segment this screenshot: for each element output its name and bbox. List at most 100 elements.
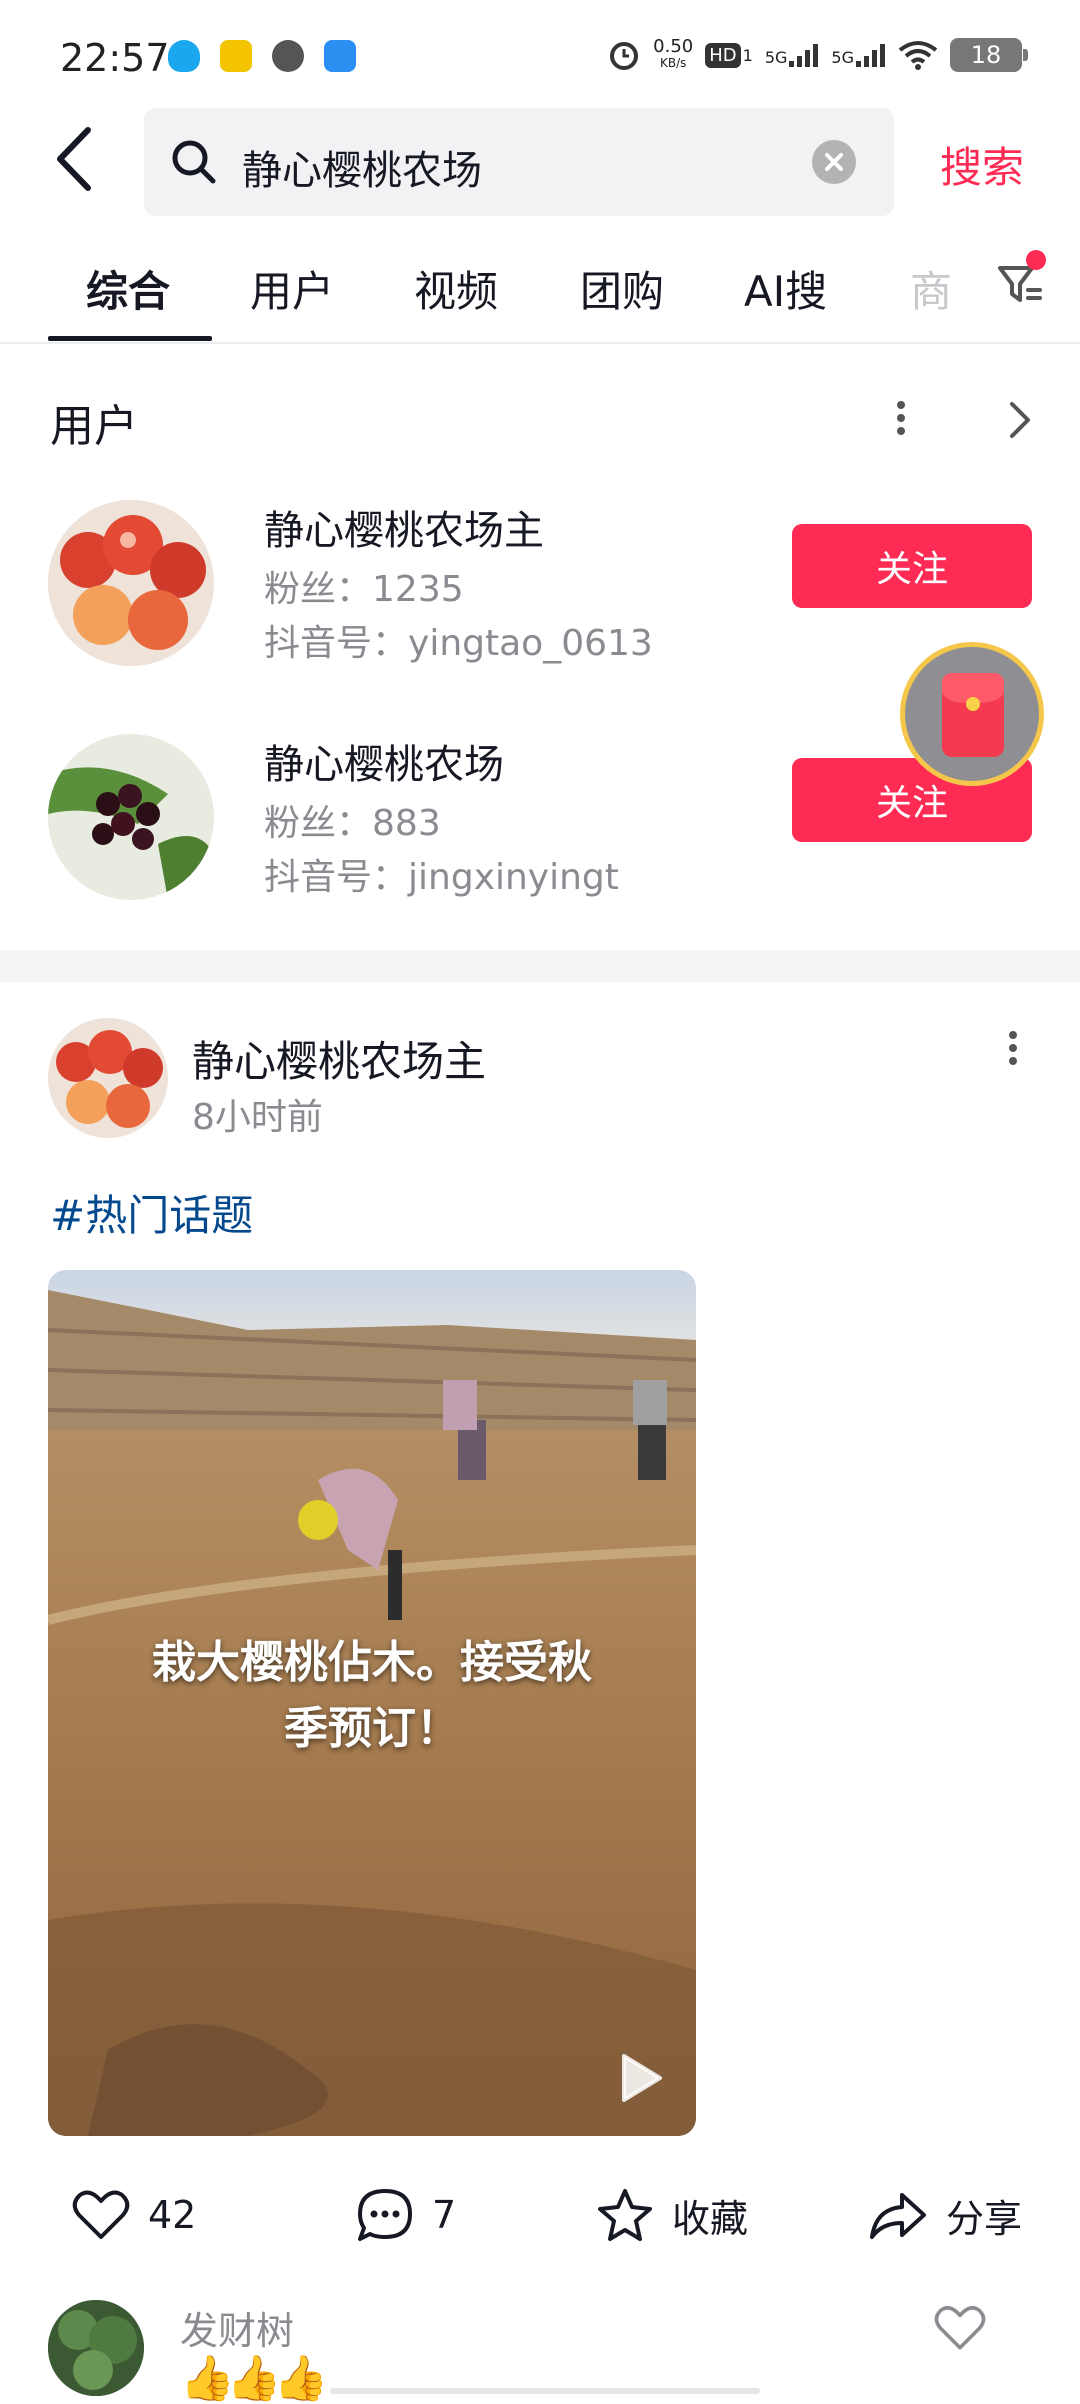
tabs-divider <box>0 342 1080 344</box>
hd-badge: HD 1 <box>705 42 753 68</box>
net-speed: 0.50 KB/s <box>653 36 694 71</box>
douyin-id-value: jingxinyingt <box>408 857 619 898</box>
fans-label: 粉丝： <box>264 803 373 844</box>
kids-app-icon <box>220 40 252 72</box>
tab-group-buy[interactable]: 团购 <box>580 258 664 319</box>
tab-comprehensive[interactable]: 综合 <box>86 258 170 319</box>
red-packet-button[interactable] <box>900 642 1044 786</box>
red-packet-icon <box>942 673 1004 757</box>
chevron-right-icon[interactable] <box>1004 398 1034 442</box>
douyin-id-label: 抖音号： <box>264 857 409 898</box>
more-dot <box>897 414 905 422</box>
section-divider <box>0 950 1080 982</box>
more-dot <box>897 427 905 435</box>
follow-button[interactable]: 关注 <box>792 524 1032 608</box>
user-name[interactable]: 静心樱桃农场主 <box>264 498 544 556</box>
comment-author[interactable]: 发财树 <box>180 2300 294 2355</box>
result-tabs: 综合 用户 视频 团购 AI搜 商 <box>0 240 1080 344</box>
comment-count: 7 <box>432 2193 457 2237</box>
system-status: 0.50 KB/s HD 1 5G 5G 18 <box>607 36 1028 72</box>
comment-avatar[interactable] <box>48 2300 144 2396</box>
chat-bubble-icon <box>272 40 304 72</box>
post-hashtag[interactable]: #热门话题 <box>50 1182 253 1243</box>
like-count: 42 <box>148 2193 197 2237</box>
cherry-photo <box>48 500 214 666</box>
fans-count: 1235 <box>372 569 464 610</box>
post-more-button[interactable] <box>1003 1026 1023 1076</box>
share-button[interactable]: 分享 <box>868 2180 1022 2250</box>
signal-icon <box>856 44 885 67</box>
status-bar: 22:57 0.50 KB/s HD 1 5G 5G 18 <box>0 0 1080 118</box>
signal-sim1: 5G <box>765 43 820 67</box>
comment-button[interactable]: 7 <box>356 2180 456 2250</box>
sim1-index: 1 <box>742 45 753 65</box>
star-icon <box>598 2189 652 2241</box>
dark-cherry-photo <box>48 734 214 900</box>
net-speed-unit: KB/s <box>660 56 687 70</box>
share-label: 分享 <box>946 2196 1023 2241</box>
browser-icon <box>324 40 356 72</box>
user-douyin-id: 抖音号：yingtao_0613 <box>264 614 653 666</box>
qq-icon <box>168 40 200 72</box>
notification-icons <box>168 40 356 72</box>
tab-shop[interactable]: 商 <box>910 258 952 319</box>
post-timestamp: 8小时前 <box>192 1097 323 1138</box>
favorite-button[interactable]: 收藏 <box>596 2180 748 2250</box>
wifi-icon <box>898 41 938 70</box>
tab-videos[interactable]: 视频 <box>414 258 498 319</box>
avatar[interactable] <box>48 734 214 900</box>
red-packet-seal <box>966 697 980 711</box>
user-fans: 粉丝：883 <box>264 794 441 846</box>
hd-label: HD <box>705 42 741 68</box>
signal-icon <box>789 44 819 67</box>
more-dot <box>1009 1044 1017 1052</box>
users-section-title: 用户 <box>50 401 138 452</box>
heart-icon[interactable] <box>934 2304 986 2352</box>
favorite-label: 收藏 <box>672 2196 749 2241</box>
post-video-thumbnail[interactable]: 栽大樱桃佔木。接受秋 季预订！ <box>48 1270 696 2136</box>
alarm-icon <box>610 42 639 70</box>
tree-photo <box>48 2300 144 2396</box>
search-input[interactable]: 静心樱桃农场 <box>144 108 894 216</box>
back-arrow-icon <box>57 127 91 191</box>
net-type-2: 5G <box>831 48 854 67</box>
douyin-id-value: yingtao_0613 <box>408 623 653 664</box>
net-type-1: 5G <box>764 48 788 67</box>
tab-ai-search[interactable]: AI搜 <box>744 258 827 319</box>
comment-divider <box>330 2388 760 2394</box>
avatar[interactable] <box>48 500 214 666</box>
heart-icon <box>72 2190 130 2239</box>
play-icon <box>622 2054 662 2102</box>
fans-count: 883 <box>372 803 441 844</box>
cherry-photo <box>48 1018 168 1138</box>
users-more-button[interactable] <box>891 396 911 446</box>
filter-notification-dot <box>1026 250 1046 270</box>
search-icon <box>172 140 216 184</box>
user-name[interactable]: 静心樱桃农场 <box>264 732 504 790</box>
back-button[interactable] <box>48 124 112 204</box>
search-query: 静心樱桃农场 <box>242 148 482 194</box>
search-button[interactable]: 搜索 <box>940 134 1024 195</box>
share-icon <box>870 2193 926 2239</box>
like-button[interactable]: 42 <box>72 2180 196 2250</box>
comment-icon <box>358 2189 412 2241</box>
post-author-avatar[interactable] <box>48 1018 168 1138</box>
more-dot <box>1009 1057 1017 1065</box>
user-fans: 粉丝：1235 <box>264 560 464 612</box>
battery-icon: 18 <box>950 38 1028 72</box>
video-caption: 栽大樱桃佔木。接受秋 季预订！ <box>48 1630 696 1762</box>
more-dot <box>1009 1031 1017 1039</box>
status-time: 22:57 <box>60 36 170 80</box>
net-speed-value: 0.50 <box>653 36 694 57</box>
caption-line: 栽大樱桃佔木。接受秋 <box>152 1637 592 1688</box>
active-tab-indicator <box>48 336 212 341</box>
comment-content: 👍👍👍 <box>180 2353 328 2404</box>
douyin-id-label: 抖音号： <box>264 623 409 664</box>
clear-search-button[interactable] <box>812 140 856 184</box>
caption-line: 季预订！ <box>284 1703 460 1754</box>
tab-users[interactable]: 用户 <box>250 258 334 319</box>
fans-label: 粉丝： <box>264 569 373 610</box>
user-douyin-id: 抖音号：jingxinyingt <box>264 848 619 900</box>
battery-level: 18 <box>970 41 1002 69</box>
post-author-name[interactable]: 静心樱桃农场主 <box>192 1028 486 1089</box>
